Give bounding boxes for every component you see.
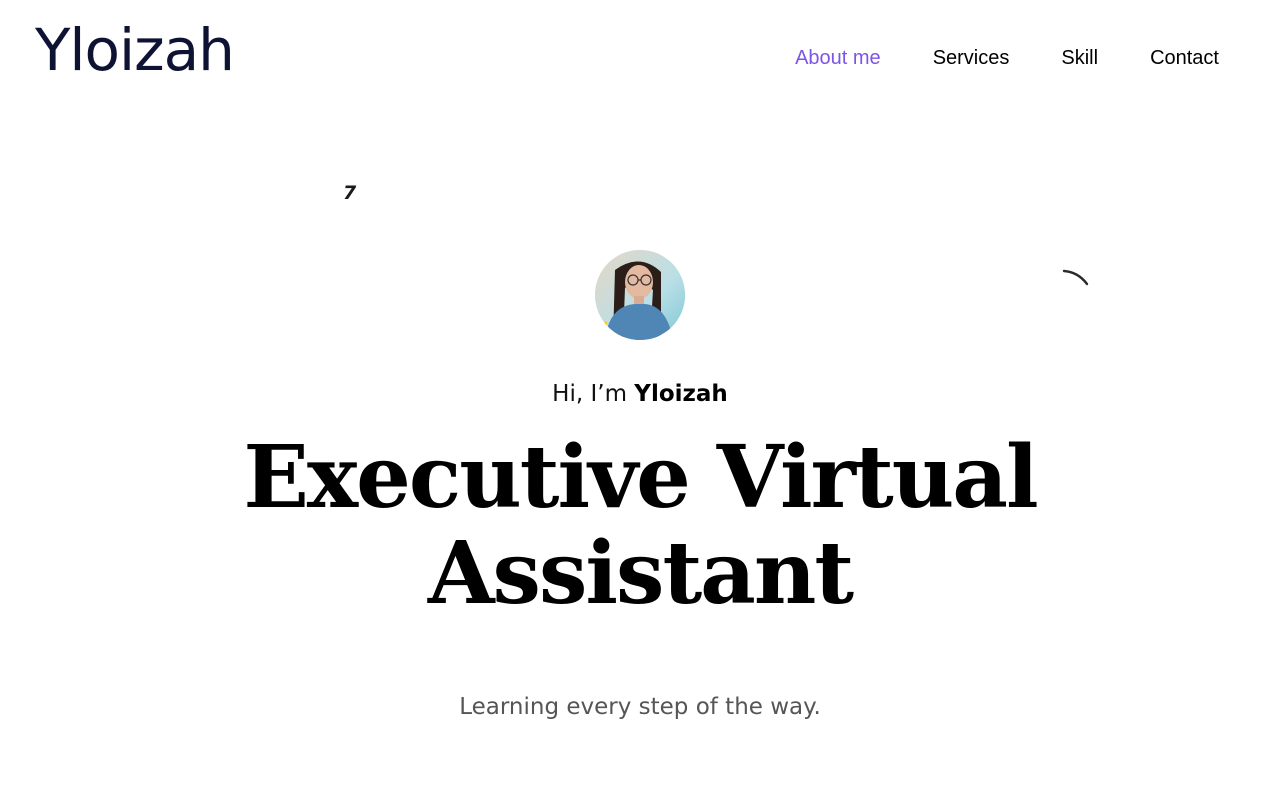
hero-greeting: Hi, I’m Yloizah — [0, 378, 1280, 410]
site-header: Yloizah About me Services Skill Contact — [0, 0, 1280, 116]
arc-stroke-icon — [1062, 269, 1089, 286]
headline-line-2: Assistant — [427, 523, 854, 624]
profile-photo-icon — [595, 250, 685, 340]
nav-link-services[interactable]: Services — [933, 46, 1010, 70]
main-nav: About me Services Skill Contact — [795, 46, 1219, 70]
hero-headline: Executive Virtual Assistant — [0, 430, 1280, 622]
nav-link-contact[interactable]: Contact — [1150, 46, 1219, 70]
decorative-seven-glyph: 7 — [343, 182, 357, 204]
site-logo[interactable]: Yloizah — [35, 21, 235, 79]
greeting-name: Yloizah — [634, 381, 728, 407]
nav-link-about-me[interactable]: About me — [795, 46, 881, 70]
greeting-prefix: Hi, I’m — [552, 381, 635, 407]
hero-tagline: Learning every step of the way. — [459, 694, 821, 720]
nav-link-skill[interactable]: Skill — [1061, 46, 1098, 70]
profile-photo — [595, 250, 685, 340]
headline-line-1: Executive Virtual — [243, 427, 1038, 528]
